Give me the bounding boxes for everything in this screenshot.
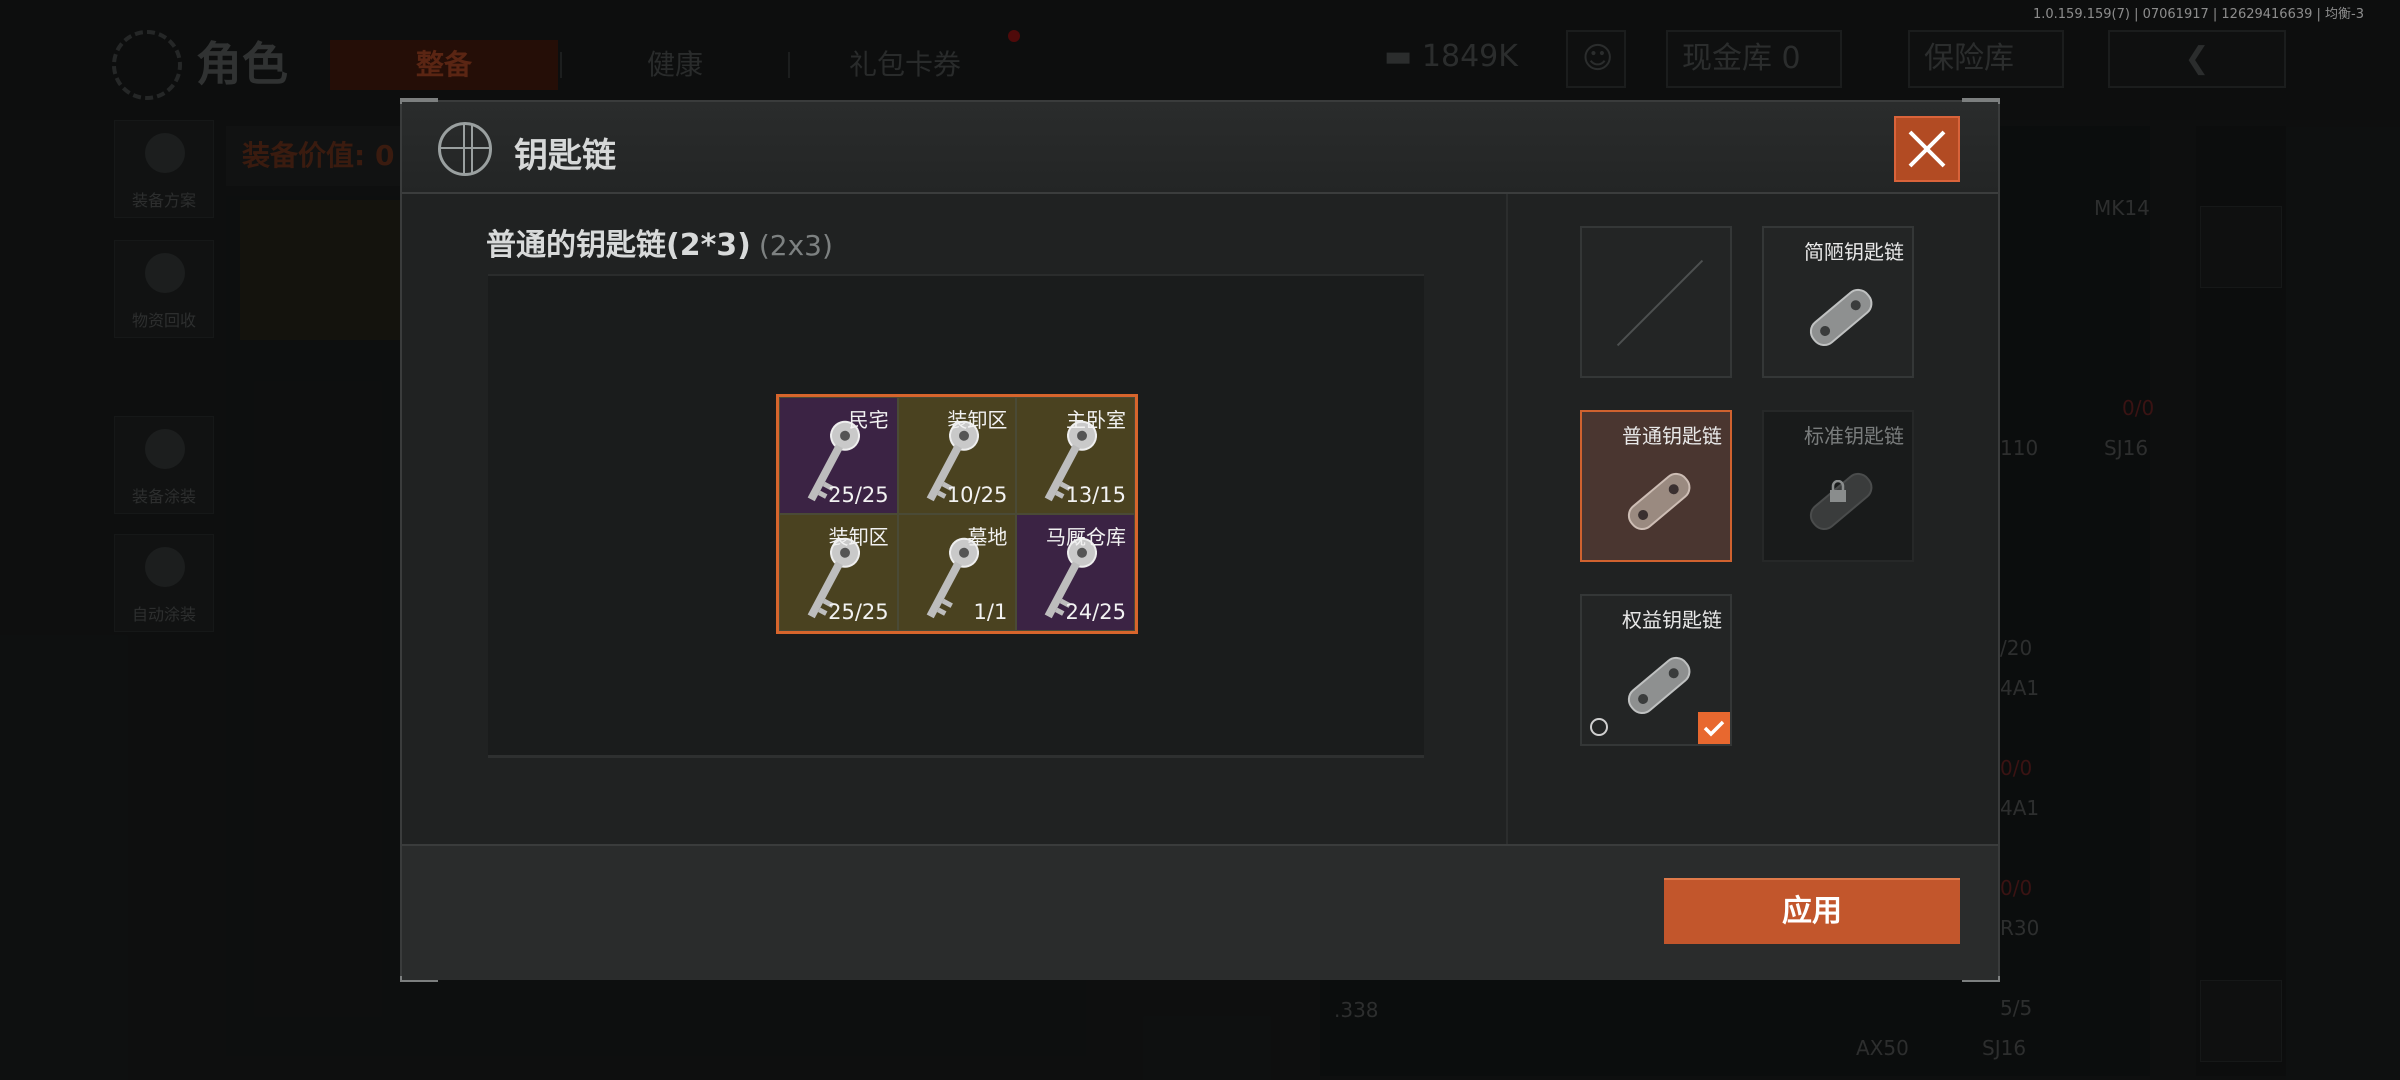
chain-label: 简陋钥匙链 <box>1804 240 1904 264</box>
timer-icon <box>1590 718 1608 736</box>
key-cell[interactable]: 墓地 1/1 <box>897 514 1017 631</box>
chain-slot-basic[interactable]: 简陋钥匙链 <box>1762 226 1914 378</box>
chain-label: 普通钥匙链 <box>1622 424 1722 448</box>
key-count: 24/25 <box>1065 600 1126 624</box>
apply-button[interactable]: 应用 <box>1664 878 1960 944</box>
lock-icon <box>1830 480 1846 502</box>
key-name: 主卧室 <box>1065 408 1126 432</box>
chain-slot-premium[interactable]: 权益钥匙链 <box>1580 594 1732 746</box>
keychain-name: 普通的钥匙链(2*3) <box>486 228 751 263</box>
key-count: 10/25 <box>946 483 1008 507</box>
key-cell[interactable]: 民宅 25/25 <box>779 397 898 514</box>
chain-slot-empty[interactable] <box>1580 226 1732 378</box>
keychain-icon <box>1809 288 1873 347</box>
chain-slot-standard[interactable]: 标准钥匙链 <box>1762 410 1914 562</box>
key-count: 1/1 <box>973 600 1008 624</box>
key-count: 25/25 <box>828 600 889 624</box>
key-cell[interactable]: 马厩仓库 24/25 <box>1016 514 1135 631</box>
keychain-icon <box>1627 472 1691 531</box>
key-name: 装卸区 <box>947 408 1008 432</box>
key-count: 13/15 <box>1065 483 1126 507</box>
close-icon <box>1908 130 1946 168</box>
key-cell[interactable]: 装卸区 25/25 <box>779 514 898 631</box>
key-name: 马厩仓库 <box>1045 525 1126 549</box>
key-grid: 民宅 25/25 装卸区 10/25 主卧室 13/15 装卸区 25/25 墓地 1/1 马厩仓库… <box>776 394 1138 634</box>
chain-slot-normal[interactable]: 普通钥匙链 <box>1580 410 1732 562</box>
chain-label: 权益钥匙链 <box>1622 608 1722 632</box>
key-cell[interactable]: 主卧室 13/15 <box>1016 397 1135 514</box>
key-count: 25/25 <box>828 483 889 507</box>
panel-divider <box>1506 194 1508 844</box>
empty-slot-line <box>1616 259 1704 347</box>
key-cell[interactable]: 装卸区 10/25 <box>897 397 1017 514</box>
keychain-size: (2x3) <box>758 229 833 262</box>
dialog-title: 钥匙链 <box>514 136 616 176</box>
dialog-header: 钥匙链 <box>402 102 1998 194</box>
key-name: 墓地 <box>967 525 1008 549</box>
globe-icon <box>438 122 492 176</box>
key-name: 民宅 <box>848 408 889 432</box>
chain-label: 标准钥匙链 <box>1804 424 1904 448</box>
keychain-title: 普通的钥匙链(2*3) (2x3) <box>486 220 833 264</box>
keychain-dialog: 钥匙链 普通的钥匙链(2*3) (2x3) 民宅 25/25 装卸区 10/25 主卧室 1… <box>400 98 2000 982</box>
keychain-icon <box>1627 656 1691 715</box>
close-button[interactable] <box>1894 116 1960 182</box>
check-icon <box>1698 712 1730 744</box>
key-name: 装卸区 <box>828 525 889 549</box>
